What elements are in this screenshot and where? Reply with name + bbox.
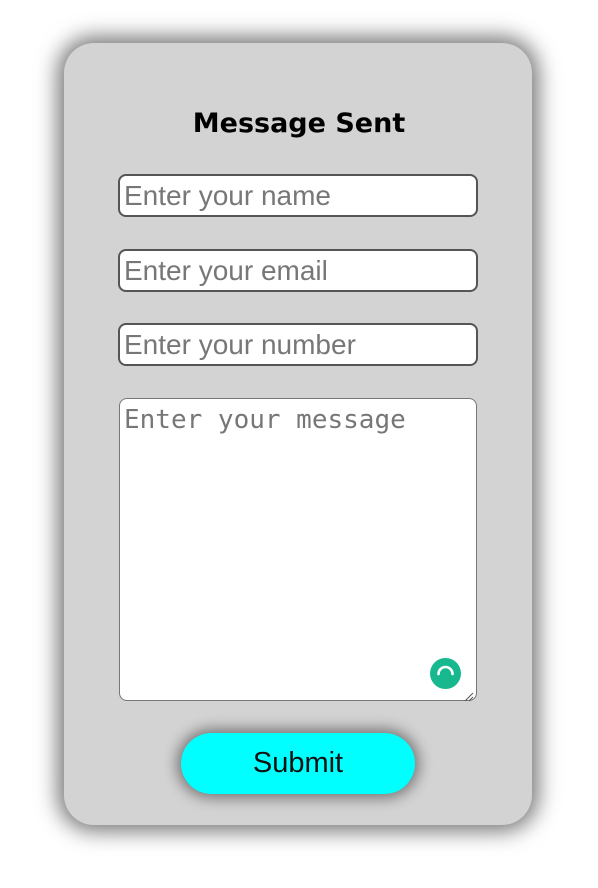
page: Message Sent Submit [0, 0, 598, 888]
grammar-assistant-icon[interactable] [430, 658, 461, 689]
submit-button[interactable]: Submit [181, 733, 415, 794]
message-textarea[interactable] [119, 398, 477, 701]
resize-handle-icon[interactable] [464, 689, 474, 702]
name-input[interactable] [118, 174, 478, 217]
form-title: Message Sent [192, 108, 406, 139]
email-input[interactable] [118, 249, 478, 292]
number-input[interactable] [118, 323, 478, 366]
